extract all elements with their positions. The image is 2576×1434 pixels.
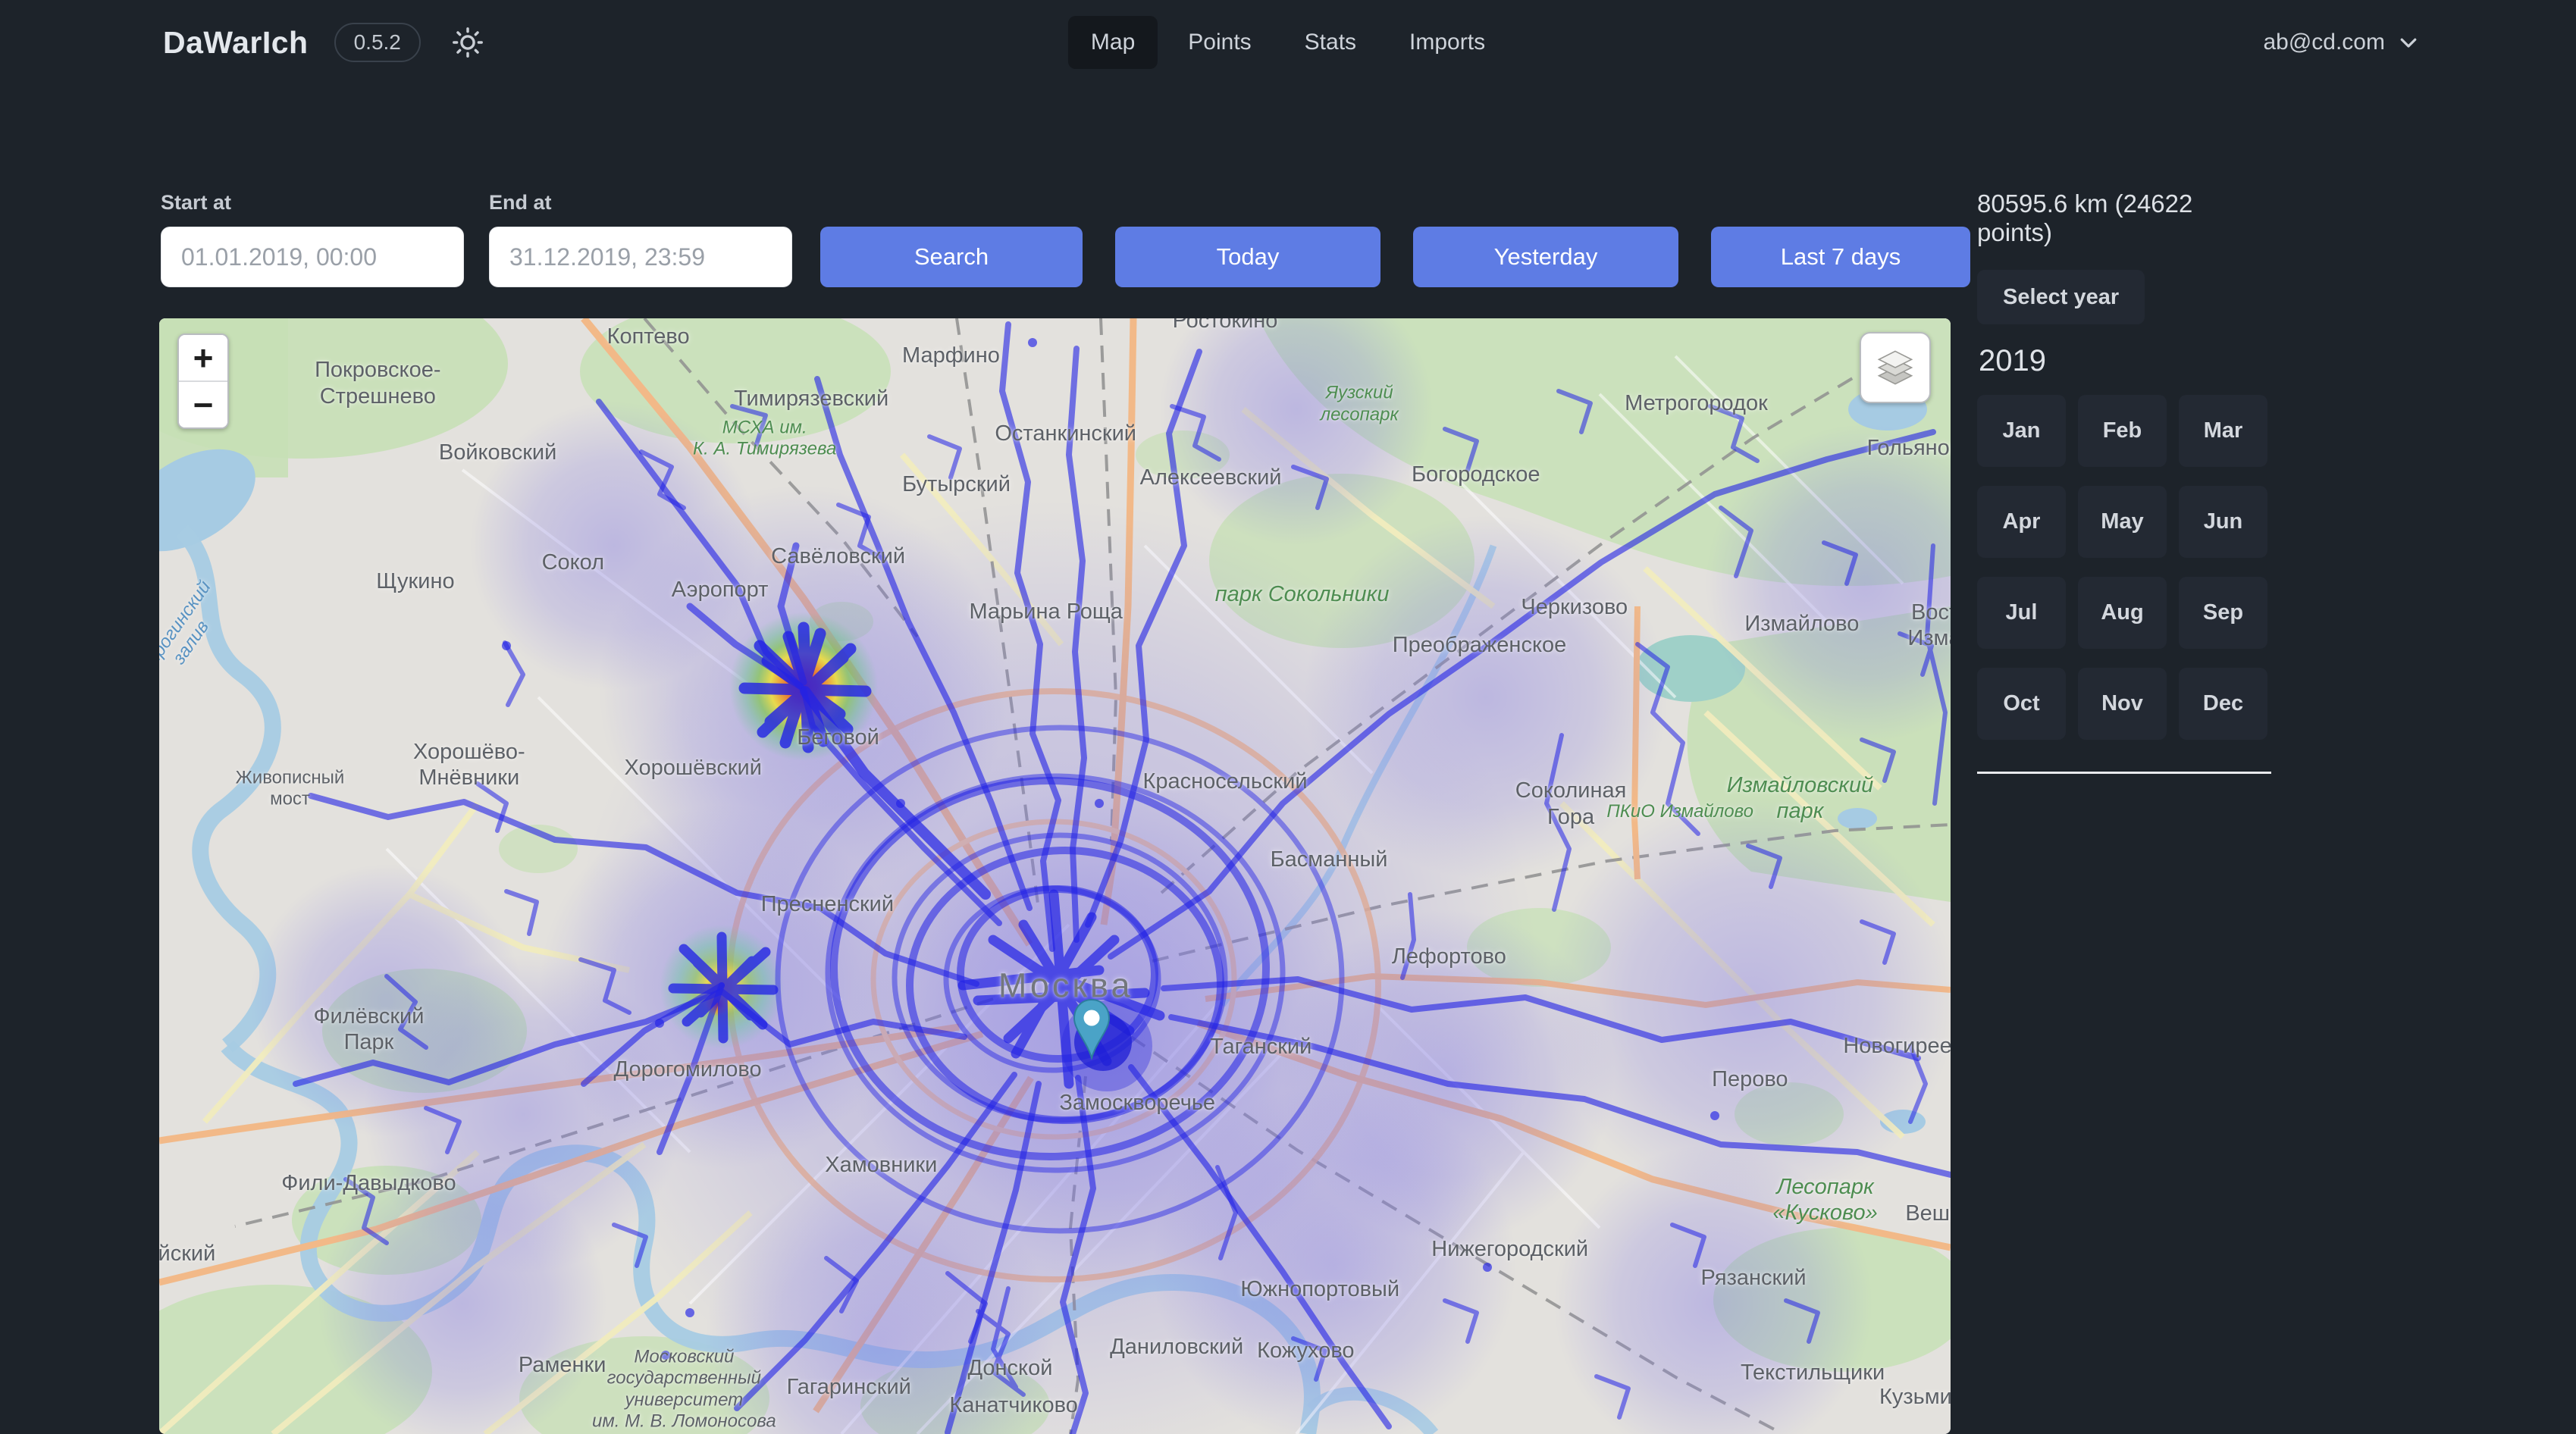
tab-points[interactable]: Points <box>1165 16 1274 69</box>
month-button-sep[interactable]: Sep <box>2179 577 2267 649</box>
theme-toggle-button[interactable] <box>447 21 489 64</box>
month-button-jul[interactable]: Jul <box>1977 577 2066 649</box>
tab-map[interactable]: Map <box>1068 16 1158 69</box>
month-button-oct[interactable]: Oct <box>1977 668 2066 740</box>
sidebar-divider <box>1977 772 2271 774</box>
year-heading: 2019 <box>1979 344 2271 378</box>
user-menu[interactable]: ab@cd.com <box>2263 0 2420 85</box>
select-year-button[interactable]: Select year <box>1977 270 2145 324</box>
sun-icon <box>450 25 485 60</box>
months-grid: Jan Feb Mar Apr May Jun Jul Aug Sep Oct … <box>1977 395 2271 740</box>
tab-imports[interactable]: Imports <box>1387 16 1508 69</box>
app-header: DaWarIch 0.5.2 Map Points Stats Imports … <box>0 0 2576 85</box>
map-marker-pin[interactable] <box>1073 999 1110 1060</box>
version-badge: 0.5.2 <box>334 23 421 62</box>
zoom-control: + − <box>177 333 229 429</box>
month-button-jan[interactable]: Jan <box>1977 395 2066 467</box>
month-button-dec[interactable]: Dec <box>2179 668 2267 740</box>
map-tiles-layer <box>159 318 1951 1434</box>
distance-points-summary: 80595.6 km (24622 points) <box>1977 189 2271 247</box>
zoom-in-button[interactable]: + <box>179 335 227 382</box>
month-button-jun[interactable]: Jun <box>2179 486 2267 558</box>
stats-sidebar: 80595.6 km (24622 points) Select year 20… <box>1977 189 2271 774</box>
main-nav: Map Points Stats Imports <box>1068 0 1508 85</box>
month-button-mar[interactable]: Mar <box>2179 395 2267 467</box>
chevron-down-icon <box>2397 31 2420 54</box>
end-at-label: End at <box>489 191 792 214</box>
yesterday-button[interactable]: Yesterday <box>1413 227 1678 287</box>
start-at-label: Start at <box>161 191 464 214</box>
last-7-days-button[interactable]: Last 7 days <box>1711 227 1970 287</box>
month-button-may[interactable]: May <box>2078 486 2167 558</box>
zoom-out-button[interactable]: − <box>179 382 227 427</box>
search-button[interactable]: Search <box>820 227 1083 287</box>
layers-control[interactable] <box>1860 332 1931 403</box>
month-button-aug[interactable]: Aug <box>2078 577 2167 649</box>
brand: DaWarIch 0.5.2 <box>163 0 489 85</box>
end-at-input[interactable] <box>489 227 792 287</box>
filter-bar: Start at End at Search Today Yesterday L… <box>161 191 1970 287</box>
today-button[interactable]: Today <box>1115 227 1380 287</box>
layers-icon <box>1874 346 1916 389</box>
month-button-nov[interactable]: Nov <box>2078 668 2167 740</box>
app-logo[interactable]: DaWarIch <box>163 25 309 61</box>
user-email: ab@cd.com <box>2263 30 2385 55</box>
tab-stats[interactable]: Stats <box>1282 16 1379 69</box>
start-at-input[interactable] <box>161 227 464 287</box>
month-button-feb[interactable]: Feb <box>2078 395 2167 467</box>
month-button-apr[interactable]: Apr <box>1977 486 2066 558</box>
map-canvas[interactable]: КоптевоПокровское- СтрешневоТимирязевски… <box>159 318 1951 1434</box>
